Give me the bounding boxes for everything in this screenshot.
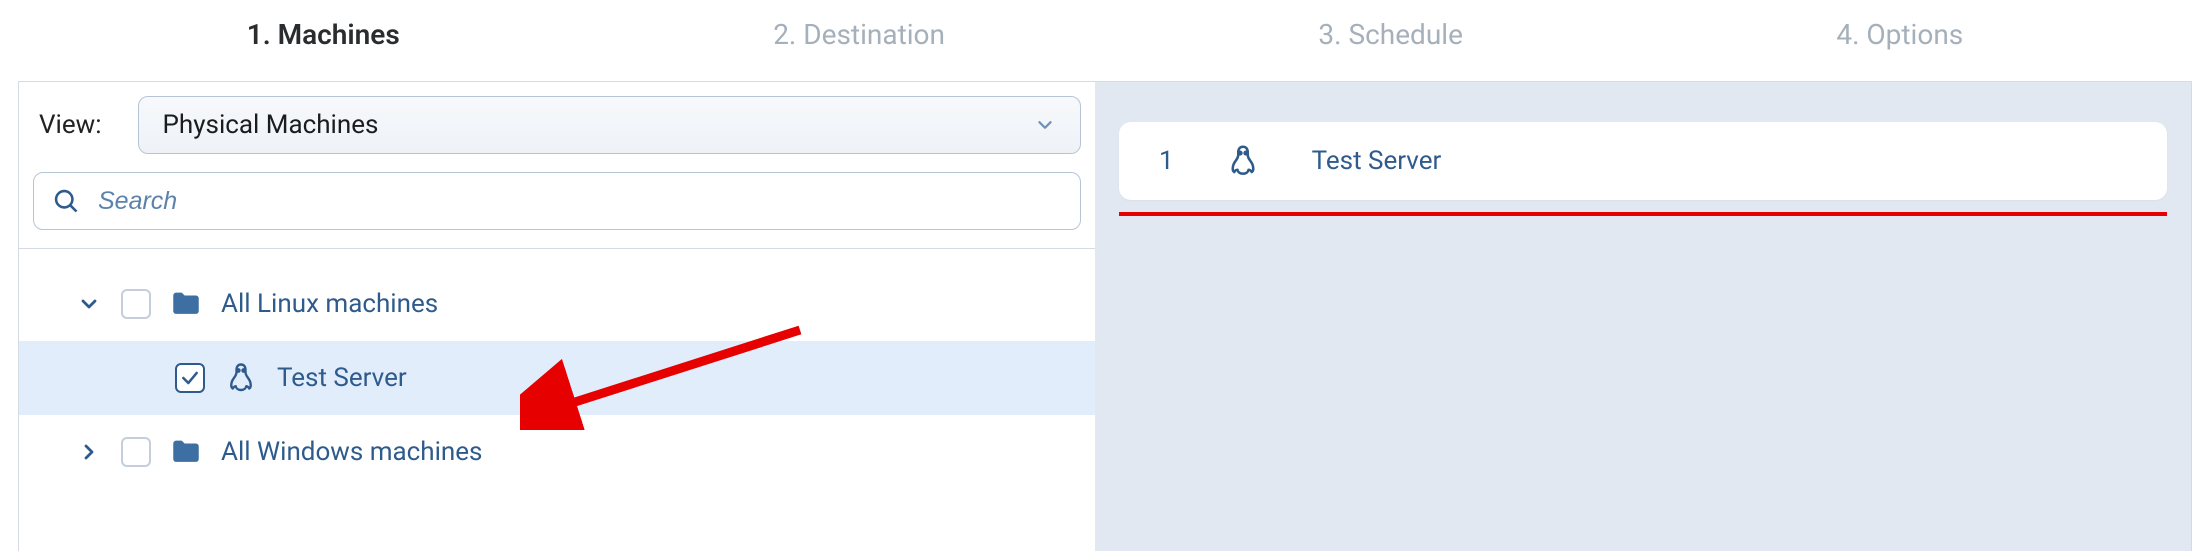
selection-name: Test Server	[1312, 146, 1442, 176]
tree-label: Test Server	[277, 363, 407, 393]
source-controls: View: Physical Machines	[19, 82, 1095, 249]
tree-group-linux[interactable]: All Linux machines	[19, 267, 1095, 341]
search-field[interactable]	[33, 172, 1081, 230]
linux-icon	[1224, 142, 1262, 180]
tree-label: All Windows machines	[221, 437, 482, 467]
chevron-down-icon[interactable]	[75, 290, 103, 318]
view-row: View: Physical Machines	[33, 96, 1081, 154]
linux-icon	[223, 360, 259, 396]
search-icon	[52, 187, 80, 215]
view-select[interactable]: Physical Machines	[138, 96, 1082, 154]
content-panes: View: Physical Machines	[18, 81, 2192, 551]
checkbox-windows-group[interactable]	[121, 437, 151, 467]
checkbox-test-server[interactable]	[175, 363, 205, 393]
source-pane: View: Physical Machines	[19, 82, 1095, 551]
folder-icon	[169, 435, 203, 469]
view-label: View:	[33, 110, 102, 140]
annotation-underline	[1119, 212, 2167, 216]
chevron-down-icon	[1034, 114, 1056, 136]
selection-index: 1	[1159, 146, 1174, 176]
step-machines: 1. Machines	[247, 18, 400, 51]
machine-tree: All Linux machines Test Server	[19, 249, 1095, 507]
wizard-steps: 1. Machines 2. Destination 3. Schedule 4…	[0, 0, 2210, 81]
selected-machine-card[interactable]: 1 Test Server	[1119, 122, 2167, 200]
step-options[interactable]: 4. Options	[1836, 18, 1963, 51]
tree-item-test-server[interactable]: Test Server	[19, 341, 1095, 415]
folder-icon	[169, 287, 203, 321]
search-input[interactable]	[98, 187, 1062, 216]
tree-label: All Linux machines	[221, 289, 438, 319]
step-schedule[interactable]: 3. Schedule	[1318, 18, 1463, 51]
selection-pane: 1 Test Server	[1095, 82, 2191, 551]
chevron-right-icon[interactable]	[75, 438, 103, 466]
checkbox-linux-group[interactable]	[121, 289, 151, 319]
view-select-value: Physical Machines	[163, 110, 379, 140]
step-destination[interactable]: 2. Destination	[773, 18, 945, 51]
tree-group-windows[interactable]: All Windows machines	[19, 415, 1095, 489]
